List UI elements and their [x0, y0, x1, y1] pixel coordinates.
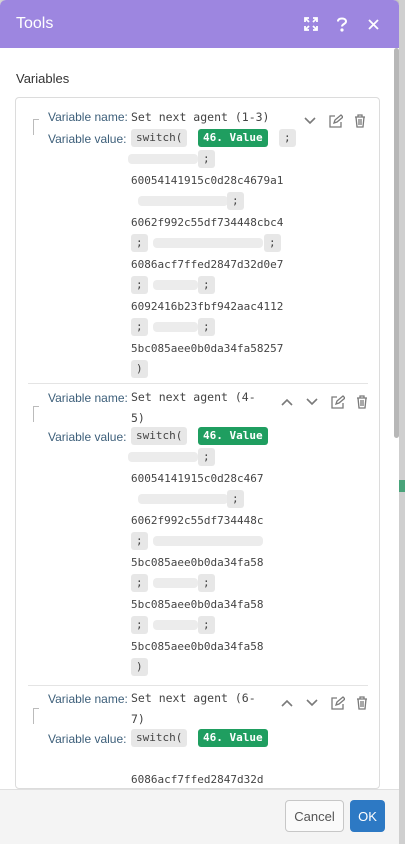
id-text: 5bc085aee0b0da34fa58 [131, 598, 264, 611]
id-text: 5bc085aee0b0da34fa58 [131, 556, 264, 569]
variable-value-label: Variable value: [48, 732, 127, 746]
chevron-down-icon[interactable] [302, 113, 318, 129]
separator-pill[interactable]: ; [198, 318, 215, 336]
edit-icon[interactable] [327, 113, 343, 129]
dialog-header: Tools [0, 0, 399, 48]
switch-function-pill[interactable]: switch( [131, 129, 188, 147]
redacted-value [128, 452, 198, 462]
redacted-value [153, 238, 263, 248]
edit-icon[interactable] [329, 394, 345, 410]
tree-bracket [33, 406, 39, 422]
close-paren-pill[interactable]: ) [131, 658, 148, 676]
variable-name-value[interactable]: Set next agent (6- [131, 691, 256, 705]
redacted-value [153, 620, 198, 630]
redacted-value [138, 494, 228, 504]
switch-function-pill[interactable]: switch( [131, 427, 188, 445]
background-panel [399, 0, 405, 844]
background-accent [399, 480, 405, 492]
value-token-pill[interactable]: 46. Value [198, 129, 268, 147]
expand-icon[interactable] [299, 12, 323, 36]
id-text: 6086acf7ffed2847d32d [131, 773, 264, 786]
separator-pill[interactable]: ; [198, 276, 215, 294]
variable-item: Variable name: Set next agent (1-3) Vari… [28, 98, 368, 382]
switch-function-pill[interactable]: switch( [131, 729, 188, 747]
tree-bracket [33, 119, 39, 135]
variable-name-label: Variable name: [48, 110, 128, 124]
variable-item: Variable name: Set next agent (4- 5) Var… [28, 384, 368, 684]
id-text: 60054141915c0d28c4679a1 [131, 174, 284, 187]
variables-list: Variable name: Set next agent (1-3) Vari… [15, 97, 380, 789]
tree-bracket [33, 708, 39, 724]
separator-pill[interactable]: ; [198, 574, 215, 592]
separator-pill[interactable]: ; [131, 532, 148, 550]
chevron-down-icon[interactable] [304, 695, 320, 711]
redacted-value [153, 280, 198, 290]
variable-item: Variable name: Set next agent (6- 7) Var… [28, 686, 370, 788]
separator-pill[interactable]: ; [198, 448, 215, 466]
trash-icon[interactable] [354, 695, 370, 711]
separator-pill[interactable]: ; [131, 574, 148, 592]
variable-name-value[interactable]: Set next agent (4- [131, 390, 256, 404]
redacted-value [138, 196, 228, 206]
redacted-value [153, 578, 198, 588]
id-text: 6092416b23fbf942aac4112 [131, 300, 284, 313]
variable-name-label: Variable name: [48, 391, 128, 405]
dialog-footer: Cancel OK [0, 789, 399, 844]
trash-icon[interactable] [352, 113, 368, 129]
variable-name-value[interactable]: Set next agent (1-3) [131, 110, 269, 124]
variable-value-label: Variable value: [48, 430, 127, 444]
variable-name-value-cont: 5) [131, 411, 145, 425]
close-icon[interactable] [361, 12, 385, 36]
variable-value-label: Variable value: [48, 132, 127, 146]
redacted-value [128, 154, 198, 164]
separator-pill[interactable]: ; [227, 192, 244, 210]
id-text: 6062f992c55df734448c [131, 514, 264, 527]
item-actions [279, 695, 370, 711]
id-text: 6062f992c55df734448cbc4 [131, 216, 284, 229]
separator-pill[interactable]: ; [279, 129, 296, 147]
item-actions [279, 394, 370, 410]
value-token-pill[interactable]: 46. Value [198, 729, 268, 747]
ok-button[interactable]: OK [350, 800, 385, 832]
item-actions [302, 113, 368, 129]
separator-pill[interactable]: ; [131, 276, 148, 294]
id-text: 5bc085aee0b0da34fa58 [131, 640, 264, 653]
chevron-up-icon[interactable] [279, 394, 295, 410]
separator-pill[interactable]: ; [227, 490, 244, 508]
id-text: 5bc085aee0b0da34fa58257 [131, 342, 284, 355]
chevron-down-icon[interactable] [304, 394, 320, 410]
separator-pill[interactable]: ; [264, 234, 281, 252]
value-token-pill[interactable]: 46. Value [198, 427, 268, 445]
separator-pill[interactable]: ; [198, 150, 215, 168]
trash-icon[interactable] [354, 394, 370, 410]
cancel-button[interactable]: Cancel [285, 800, 344, 832]
separator-pill[interactable]: ; [131, 234, 148, 252]
variables-label: Variables [16, 71, 70, 86]
close-paren-pill[interactable]: ) [131, 360, 148, 378]
separator-pill[interactable]: ; [131, 318, 148, 336]
chevron-up-icon[interactable] [279, 695, 295, 711]
id-text: 6086acf7ffed2847d32d0e7 [131, 258, 284, 271]
separator-pill[interactable]: ; [131, 616, 148, 634]
variable-name-value-cont: 7) [131, 712, 145, 726]
dialog-title: Tools [16, 15, 54, 32]
help-icon[interactable] [330, 12, 354, 36]
redacted-value [153, 322, 198, 332]
separator-pill[interactable]: ; [198, 616, 215, 634]
tools-dialog: Tools Variables Variable name: Set next … [0, 0, 399, 844]
edit-icon[interactable] [329, 695, 345, 711]
redacted-value [153, 536, 263, 546]
id-text: 60054141915c0d28c467 [131, 472, 264, 485]
variable-name-label: Variable name: [48, 692, 128, 706]
